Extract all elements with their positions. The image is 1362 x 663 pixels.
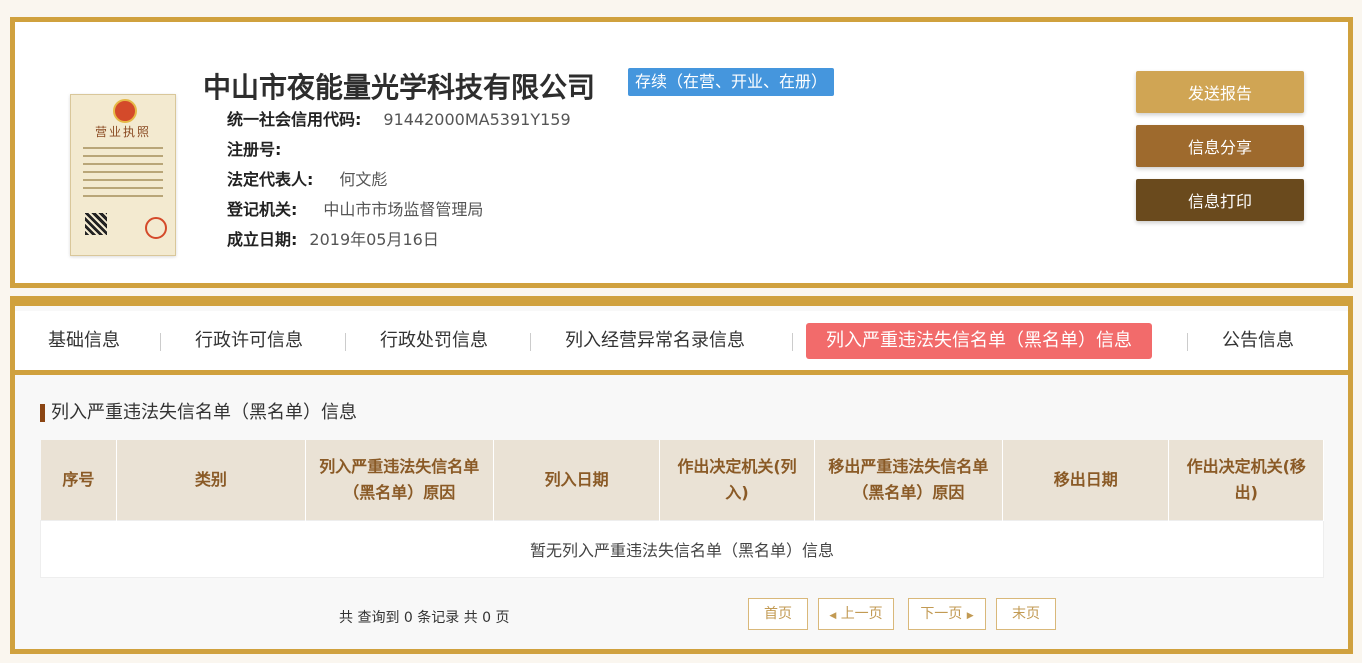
send-report-button[interactable]: 发送报告 (1136, 71, 1304, 113)
company-fields: 统一社会信用代码: 91442000MA5391Y159 注册号: 法定代表人: 何… (227, 105, 571, 255)
status-badge: 存续（在营、开业、在册） (628, 68, 835, 96)
field-registration-number: 注册号: (227, 135, 571, 165)
field-value: 何文彪 (339, 170, 388, 189)
tab-divider (160, 333, 161, 351)
tab-basic-info[interactable]: 基础信息 (48, 323, 120, 359)
tab-divider (792, 333, 793, 351)
blacklist-panel: 基础信息 行政许可信息 行政处罚信息 列入经营异常名录信息 列入严重违法失信名单… (10, 296, 1353, 654)
field-credit-code: 统一社会信用代码: 91442000MA5391Y159 (227, 105, 571, 135)
field-registration-authority: 登记机关: 中山市市场监督管理局 (227, 195, 571, 225)
column-header: 作出决定机关(移出) (1168, 440, 1324, 521)
official-seal-icon (145, 217, 167, 239)
qr-code-icon (85, 213, 107, 235)
column-header: 列入严重违法失信名单（黑名单）原因 (305, 440, 494, 521)
column-header: 作出决定机关(列入) (659, 440, 815, 521)
field-establishment-date: 成立日期: 2019年05月16日 (227, 225, 571, 255)
table-row: 暂无列入严重违法失信名单（黑名单）信息 (40, 520, 1324, 578)
license-text-lines (83, 147, 163, 203)
tab-admin-penalty[interactable]: 行政处罚信息 (380, 323, 488, 359)
national-emblem-icon (113, 99, 137, 123)
tab-abnormal-list[interactable]: 列入经营异常名录信息 (565, 323, 745, 359)
column-header: 列入日期 (493, 440, 661, 521)
tab-divider (1187, 333, 1188, 351)
company-name: 中山市夜能量光学科技有限公司 (203, 71, 596, 104)
tab-bar: 基础信息 行政许可信息 行政处罚信息 列入经营异常名录信息 列入严重违法失信名单… (15, 301, 1348, 375)
prev-page-label: 上一页 (840, 606, 883, 622)
field-value: 中山市市场监督管理局 (323, 200, 484, 219)
column-header: 序号 (40, 440, 118, 521)
caret-right-icon: ▶ (966, 611, 974, 621)
first-page-label: 首页 (764, 606, 792, 622)
tab-announcement[interactable]: 公告信息 (1222, 323, 1294, 359)
first-page-button[interactable]: 首页 (748, 598, 808, 630)
field-label: 统一社会信用代码: (227, 110, 362, 129)
tab-admin-license[interactable]: 行政许可信息 (195, 323, 303, 359)
field-label: 法定代表人: (227, 170, 314, 189)
last-page-button[interactable]: 末页 (996, 598, 1056, 630)
next-page-label: 下一页 (920, 606, 963, 622)
field-legal-representative: 法定代表人: 何文彪 (227, 165, 571, 195)
pagination-summary: 共 查询到 0 条记录 共 0 页 (339, 610, 510, 626)
company-info-panel: 营业执照 中山市夜能量光学科技有限公司 存续（在营、开业、在册） 统一社会信用代… (10, 17, 1353, 288)
business-license-image: 营业执照 (70, 94, 176, 256)
last-page-label: 末页 (1012, 606, 1040, 622)
field-label: 注册号: (227, 140, 282, 159)
column-header: 移出日期 (1002, 440, 1170, 521)
field-label: 成立日期: (227, 230, 298, 249)
field-label: 登记机关: (227, 200, 298, 219)
section-title: 列入严重违法失信名单（黑名单）信息 (40, 404, 357, 422)
license-title: 营业执照 (94, 125, 151, 139)
share-info-button[interactable]: 信息分享 (1136, 125, 1304, 167)
print-info-button[interactable]: 信息打印 (1136, 179, 1304, 221)
column-header: 类别 (116, 440, 306, 521)
field-value: 2019年05月16日 (309, 230, 439, 249)
prev-page-button[interactable]: ◀ 上一页 (818, 598, 894, 630)
field-value: 91442000MA5391Y159 (383, 110, 571, 129)
caret-left-icon: ◀ (829, 611, 837, 621)
column-header: 移出严重违法失信名单（黑名单）原因 (814, 440, 1004, 521)
empty-message: 暂无列入严重违法失信名单（黑名单）信息 (40, 520, 1324, 578)
tab-blacklist[interactable]: 列入严重违法失信名单（黑名单）信息 (806, 323, 1152, 359)
tab-divider (345, 333, 346, 351)
table-header-row: 序号 类别 列入严重违法失信名单（黑名单）原因 列入日期 作出决定机关(列入) … (40, 440, 1324, 521)
tab-divider (530, 333, 531, 351)
next-page-button[interactable]: 下一页 ▶ (908, 598, 986, 630)
blacklist-table: 序号 类别 列入严重违法失信名单（黑名单）原因 列入日期 作出决定机关(列入) … (40, 440, 1324, 578)
